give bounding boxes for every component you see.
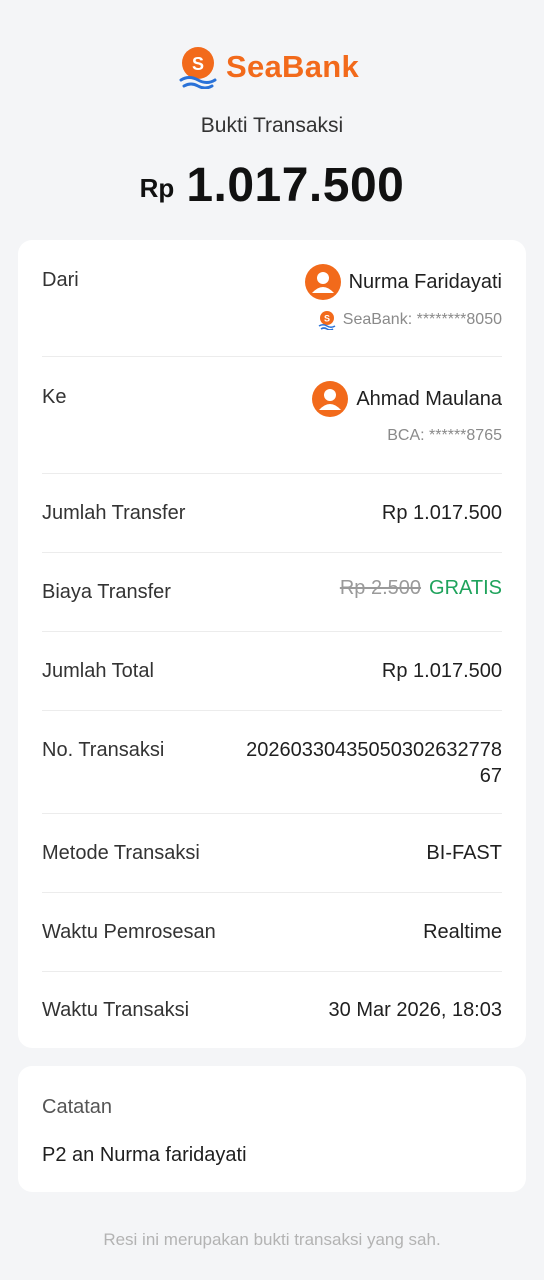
receipt-header: S SeaBank Bukti Transaksi Rp 1.017.500 bbox=[0, 0, 544, 240]
transaction-no-label: No. Transaksi bbox=[42, 739, 165, 761]
transfer-fee-original: Rp 2.500 bbox=[339, 577, 422, 599]
seabank-logo-icon: S bbox=[318, 311, 336, 330]
transfer-fee-value: Rp 2.500 GRATIS bbox=[340, 577, 502, 600]
amount-value: 1.017.500 bbox=[186, 159, 405, 212]
to-name: Ahmad Maulana bbox=[356, 387, 502, 410]
user-avatar-icon bbox=[304, 264, 341, 300]
from-party: Nurma Faridayati bbox=[304, 264, 502, 300]
transfer-amount-label: Jumlah Transfer bbox=[42, 502, 186, 524]
seabank-logo-icon: S bbox=[179, 47, 217, 89]
transfer-fee-label: Biaya Transfer bbox=[42, 581, 171, 603]
transaction-time-value: 30 Mar 2026, 18:03 bbox=[328, 999, 502, 1021]
processing-time-label: Waktu Pemrosesan bbox=[42, 921, 216, 943]
processing-time-value: Realtime bbox=[423, 921, 502, 943]
detail-row-from: Dari Nurma Faridayati S SeaBank: *******… bbox=[42, 240, 502, 356]
detail-row-transfer-amount: Jumlah Transfer Rp 1.017.500 bbox=[42, 474, 502, 552]
note-label: Catatan bbox=[42, 1096, 113, 1118]
detail-row-total: Jumlah Total Rp 1.017.500 bbox=[42, 632, 502, 710]
receipt-footer-text: Resi ini merupakan bukti transaksi yang … bbox=[103, 1230, 441, 1249]
to-account-number: BCA: ******8765 bbox=[387, 427, 502, 444]
detail-row-transaction-time: Waktu Transaksi 30 Mar 2026, 18:03 bbox=[42, 972, 502, 1048]
svg-text:S: S bbox=[324, 314, 330, 324]
detail-row-to: Ke Ahmad Maulana BCA: ******8765 bbox=[42, 357, 502, 473]
from-account: S SeaBank: ********8050 bbox=[317, 310, 502, 330]
detail-row-method: Metode Transaksi BI-FAST bbox=[42, 814, 502, 892]
note-value: P2 an Nurma faridayati bbox=[42, 1144, 247, 1166]
svg-text:S: S bbox=[192, 54, 204, 74]
from-label: Dari bbox=[42, 269, 79, 291]
page-title: Bukti Transaksi bbox=[200, 114, 344, 137]
to-label: Ke bbox=[42, 386, 67, 408]
method-label: Metode Transaksi bbox=[42, 842, 200, 864]
transaction-amount: Rp 1.017.500 bbox=[0, 158, 544, 213]
transaction-no-value: 20260330435050302632778 67 bbox=[246, 739, 502, 787]
method-value: BI-FAST bbox=[426, 842, 502, 864]
from-name: Nurma Faridayati bbox=[348, 270, 502, 293]
transaction-details-card: Dari Nurma Faridayati S SeaBank: *******… bbox=[18, 240, 526, 1048]
note-card: Catatan P2 an Nurma faridayati bbox=[18, 1066, 526, 1192]
transaction-time-label: Waktu Transaksi bbox=[42, 999, 190, 1021]
total-label: Jumlah Total bbox=[42, 660, 154, 682]
to-party: Ahmad Maulana bbox=[312, 381, 502, 417]
brand-logo: S SeaBank bbox=[178, 44, 359, 90]
from-account-number: SeaBank: ********8050 bbox=[342, 311, 502, 328]
brand-name: SeaBank bbox=[226, 49, 360, 84]
detail-row-transaction-no: No. Transaksi 20260330435050302632778 67 bbox=[42, 711, 502, 813]
total-value: Rp 1.017.500 bbox=[381, 660, 502, 682]
detail-row-transfer-fee: Biaya Transfer Rp 2.500 GRATIS bbox=[42, 553, 502, 631]
transfer-amount-value: Rp 1.017.500 bbox=[381, 502, 502, 524]
user-avatar-icon bbox=[312, 381, 349, 417]
detail-row-processing-time: Waktu Pemrosesan Realtime bbox=[42, 893, 502, 971]
transfer-fee-free-badge: GRATIS bbox=[429, 577, 502, 599]
amount-currency: Rp bbox=[139, 173, 175, 203]
